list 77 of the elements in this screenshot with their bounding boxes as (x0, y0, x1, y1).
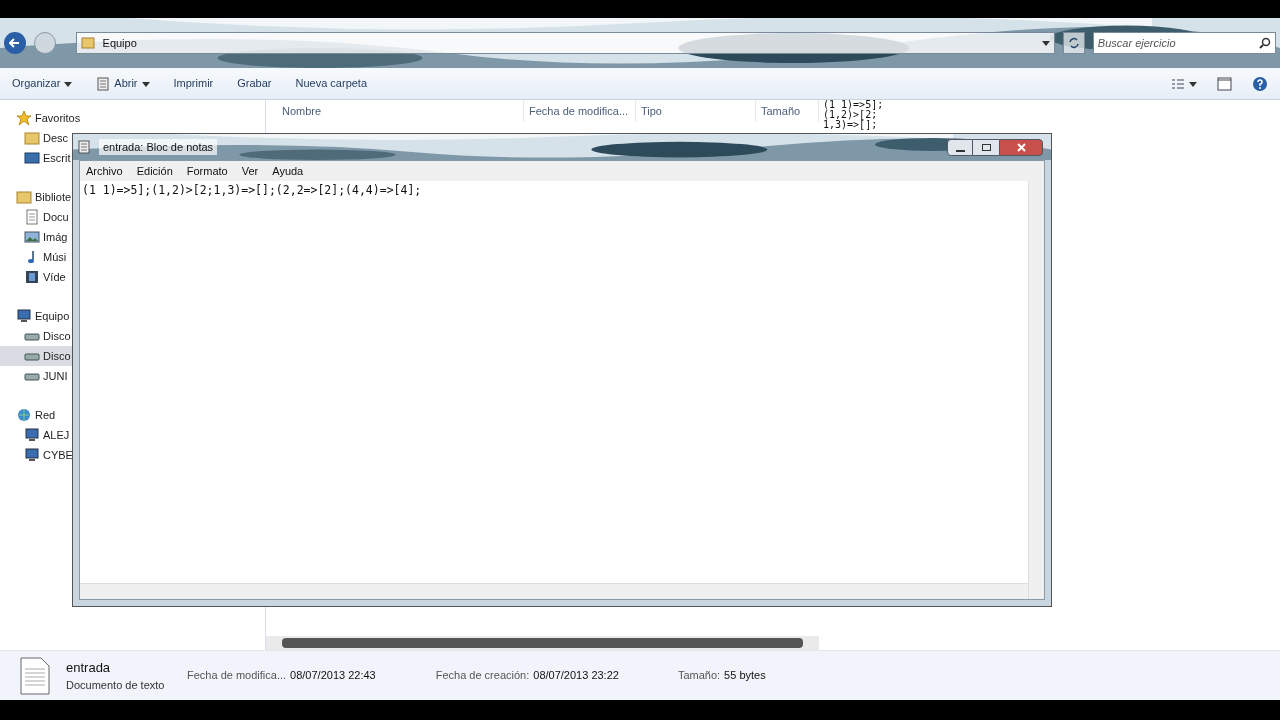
column-header[interactable]: Fecha de modifica... (524, 100, 636, 122)
sidebar-item[interactable]: Disco (0, 346, 72, 366)
sidebar-item[interactable]: Bibliote (0, 187, 74, 207)
toolbar-button[interactable]: Nueva carpeta (295, 75, 376, 92)
detail-value: 08/07/2013 22:43 (290, 668, 376, 684)
toolbar-button[interactable]: Organizar (12, 75, 81, 92)
detail-value: 08/07/2013 23:22 (533, 668, 619, 684)
preview-pane-icon[interactable] (1217, 76, 1232, 91)
detail-label: Fecha de creación: (435, 668, 530, 684)
sidebar-item[interactable]: Disco (0, 326, 73, 346)
sidebar-item[interactable]: CYBE (0, 445, 75, 465)
menu-item[interactable]: Edición (134, 162, 175, 180)
sidebar-item[interactable]: Equipo (0, 306, 72, 326)
detail-value: 55 bytes (724, 668, 766, 684)
close-icon (1016, 142, 1026, 152)
globe-icon (16, 407, 32, 423)
folder-icon (16, 189, 32, 205)
sidebar-item[interactable]: Red (0, 405, 58, 425)
preview-text-line: (1,2)>[2; (823, 110, 878, 120)
preview-text-line: (1 1)=>5]; (823, 100, 885, 110)
caret-icon (64, 79, 73, 88)
menu-item[interactable]: Archivo (84, 162, 125, 180)
sidebar-item[interactable]: Músi (0, 247, 69, 267)
notepad-icon (96, 76, 111, 91)
menu-item[interactable]: Formato (184, 162, 230, 180)
horizontal-scrollbar[interactable] (80, 583, 1028, 599)
text-file-icon (20, 656, 50, 695)
search-icon (1259, 37, 1271, 49)
column-header[interactable]: Tamaño (756, 100, 819, 122)
detail-label: Fecha de modifica... (187, 668, 287, 684)
computer-icon (24, 447, 40, 463)
computer-icon (16, 308, 32, 324)
film-icon (24, 269, 40, 285)
sidebar-item[interactable]: ALEJ (0, 425, 72, 445)
refresh-button[interactable] (1063, 32, 1085, 54)
caret-icon (1189, 79, 1197, 88)
preview-text-line: 1,3)=>[]; (823, 120, 879, 130)
horizontal-scrollbar[interactable] (266, 636, 819, 650)
star-icon (16, 110, 32, 126)
sidebar-item[interactable]: JUNI (0, 366, 70, 386)
sidebar-item[interactable]: Víde (0, 267, 68, 287)
sidebar-item[interactable]: Favoritos (0, 108, 83, 128)
toolbar-button[interactable]: Imprimir (173, 75, 222, 92)
help-icon[interactable] (1252, 75, 1268, 92)
notepad-icon (77, 140, 91, 154)
search-input[interactable]: Buscar ejercicio (1097, 34, 1259, 52)
monitor-icon (24, 150, 40, 166)
menu-item[interactable]: Ayuda (270, 162, 306, 180)
column-header[interactable]: Nombre (266, 100, 524, 122)
dropdown-caret-icon (1042, 39, 1051, 47)
sidebar-item[interactable]: Docu (0, 207, 71, 227)
menu-item[interactable]: Ver (239, 162, 261, 180)
file-name: entrada (66, 658, 112, 677)
text-area[interactable]: (1 1)=>5];(1,2)>[2;1,3)=>[];(2,2=>[2];(4,4)=>[4]; (80, 181, 1028, 583)
image-icon (24, 229, 40, 245)
sidebar-item[interactable]: Desc (0, 128, 71, 148)
view-options-button[interactable] (1171, 77, 1197, 90)
sidebar-item[interactable]: Escrit (0, 148, 73, 168)
search-field[interactable]: Buscar ejercicio (1092, 32, 1276, 54)
document-icon (24, 209, 40, 225)
sidebar-item[interactable]: Imág (0, 227, 70, 247)
caret-icon (141, 79, 150, 88)
breadcrumb-item[interactable]: Equipo (102, 34, 137, 52)
folder-icon (24, 130, 40, 146)
left-arrow-icon (8, 37, 21, 49)
column-header[interactable]: Tipo (636, 100, 756, 122)
vertical-scrollbar[interactable] (1028, 181, 1044, 599)
toolbar-button[interactable]: Grabar (237, 75, 280, 92)
detail-label: Tamaño: (677, 668, 721, 684)
computer-icon (24, 427, 40, 443)
address-bar[interactable]: Equipo (75, 32, 1056, 54)
list-icon (1171, 77, 1185, 90)
file-type: Documento de texto (66, 678, 166, 693)
window-title: entrada: Bloc de notas (99, 138, 218, 156)
refresh-icon (1067, 37, 1080, 49)
folder-icon (80, 36, 95, 50)
toolbar-button[interactable]: Abrir (96, 75, 158, 92)
